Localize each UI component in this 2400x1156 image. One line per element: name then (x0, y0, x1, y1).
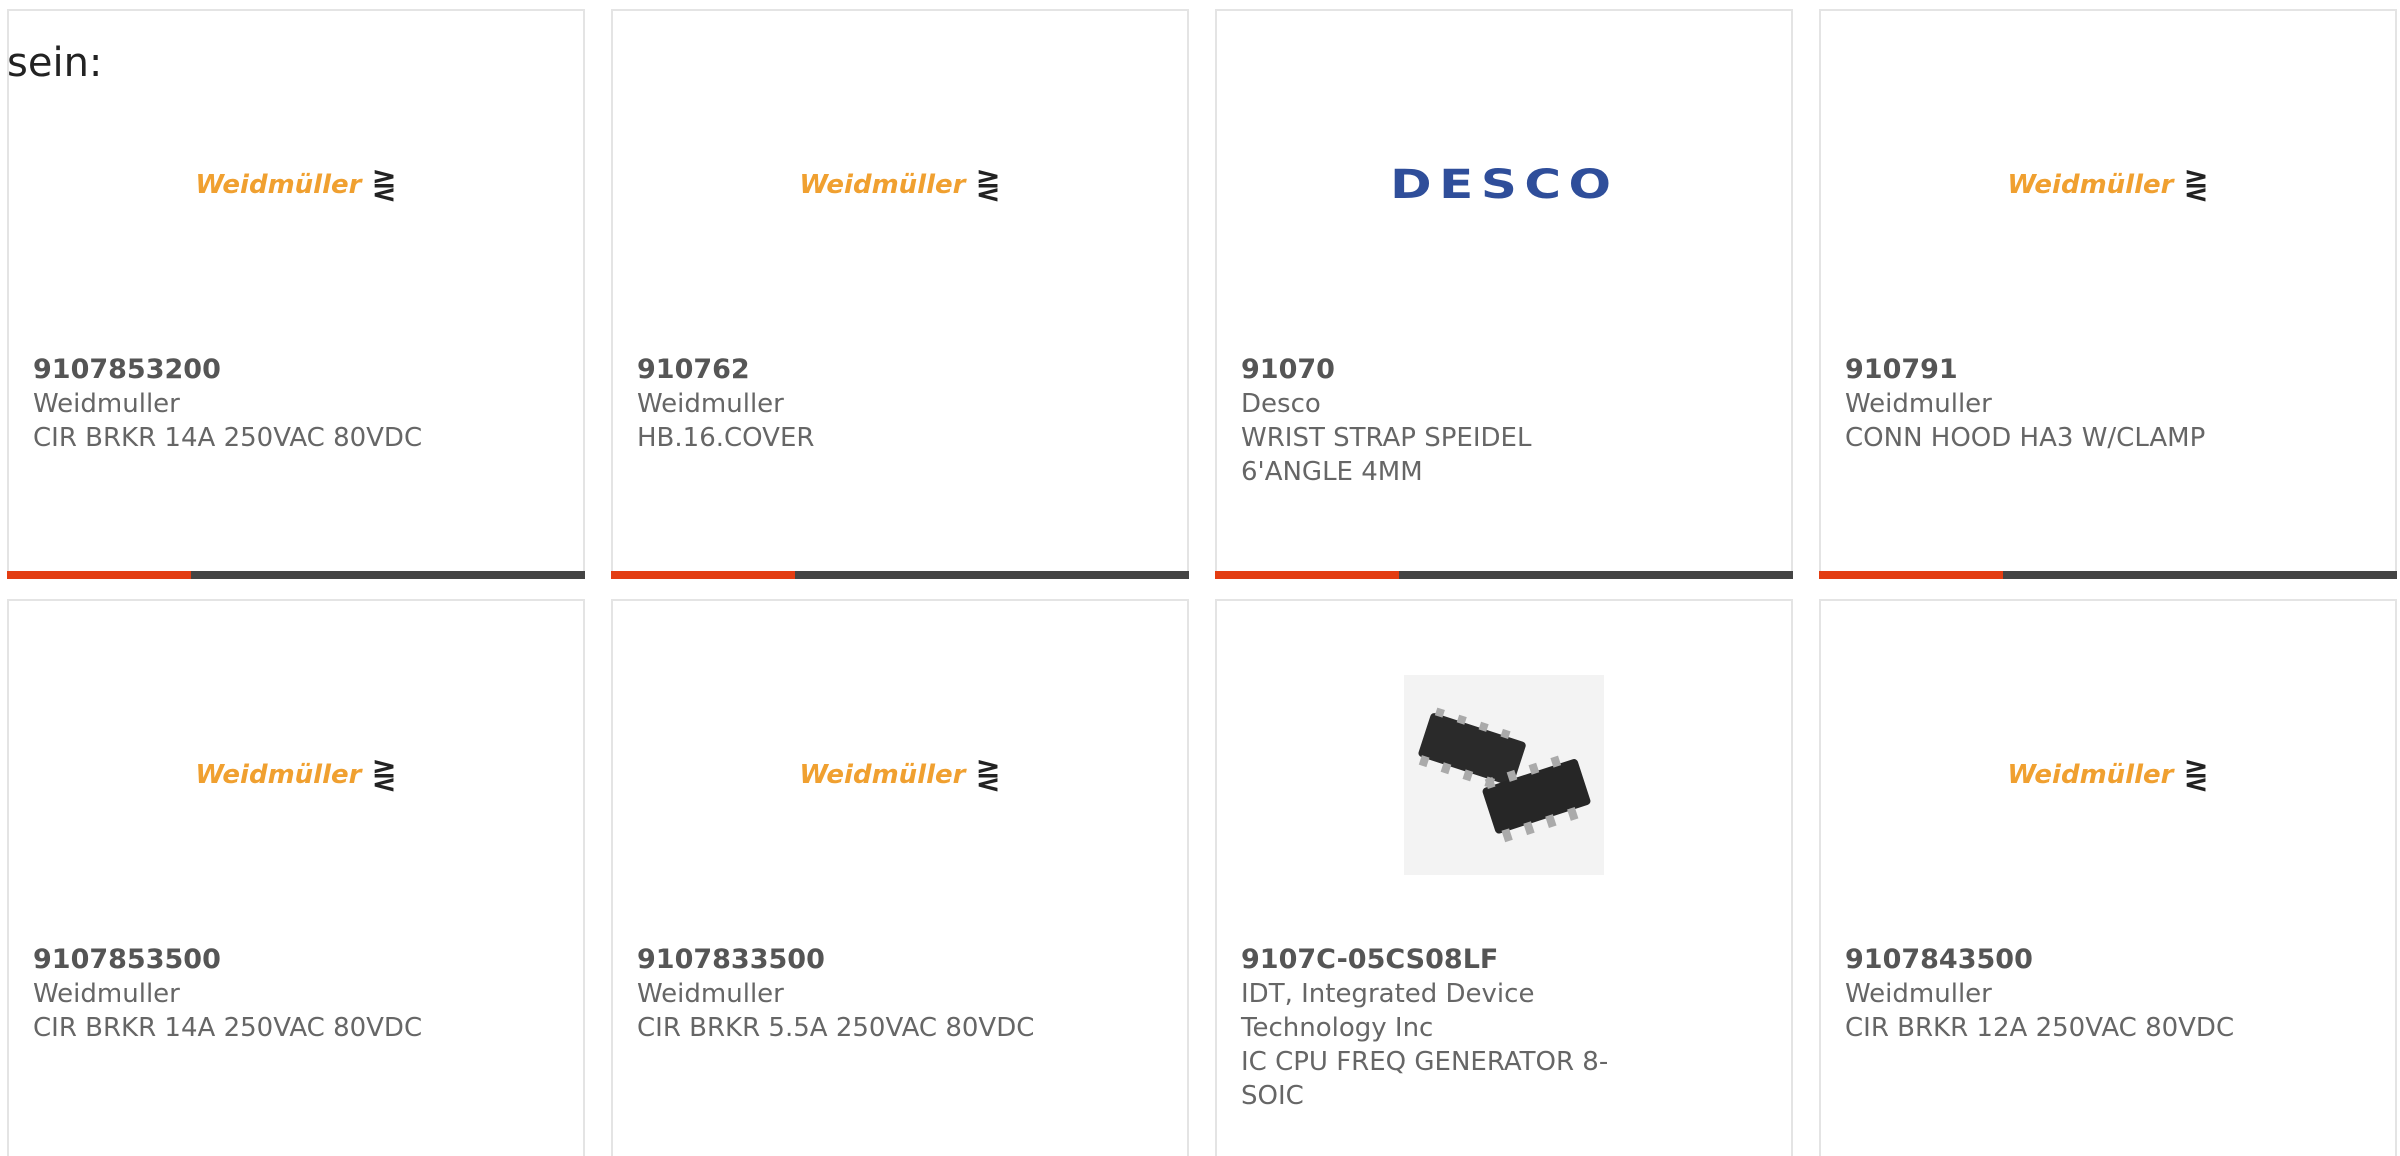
product-card[interactable]: Weidmüller ⋛ 910791 Weidmuller CONN HOOD… (1819, 9, 2397, 579)
description: CONN HOOD HA3 W/CLAMP (1845, 423, 2206, 453)
manufacturer: Weidmuller (1845, 389, 1992, 419)
soic-8-chip-image (1404, 675, 1604, 875)
part-number[interactable]: 9107843500 (1845, 943, 2371, 977)
description: WRIST STRAP SPEIDEL 6'ANGLE 4MM (1241, 423, 1532, 487)
weidmuller-mark-icon: ⋛ (2183, 757, 2209, 793)
intro-text: sein: (7, 40, 103, 86)
product-image: Weidmüller ⋛ (9, 601, 583, 949)
weidmuller-mark-icon: ⋛ (371, 757, 397, 793)
manufacturer: IDT, Integrated Device Technology Inc (1241, 979, 1535, 1043)
product-image (1217, 601, 1791, 949)
product-card[interactable]: Weidmüller ⋛ 9107853200 Weidmuller CIR B… (7, 9, 585, 579)
card-accent-bar (1819, 571, 2003, 579)
product-card[interactable]: Weidmüller ⋛ 910762 Weidmuller HB.16.COV… (611, 9, 1189, 579)
description: CIR BRKR 14A 250VAC 80VDC (33, 1013, 423, 1043)
weidmuller-logo: Weidmüller ⋛ (2007, 757, 2209, 793)
weidmuller-mark-icon: ⋛ (975, 757, 1001, 793)
part-number[interactable]: 91070 (1241, 353, 1767, 387)
part-number[interactable]: 910762 (637, 353, 1163, 387)
card-accent-bar (7, 571, 191, 579)
product-image: Weidmüller ⋛ (613, 11, 1187, 359)
weidmuller-logo: Weidmüller ⋛ (2007, 167, 2209, 203)
weidmuller-logo: Weidmüller ⋛ (799, 167, 1001, 203)
weidmuller-mark-icon: ⋛ (975, 167, 1001, 203)
part-number[interactable]: 9107C-05CS08LF (1241, 943, 1767, 977)
weidmuller-logo: Weidmüller ⋛ (195, 757, 397, 793)
manufacturer: Weidmuller (1845, 979, 1992, 1009)
desco-logo: DESCO (1389, 162, 1619, 208)
product-card[interactable]: Weidmüller ⋛ 9107853500 Weidmuller CIR B… (7, 599, 585, 1156)
weidmuller-logo: Weidmüller ⋛ (195, 167, 397, 203)
manufacturer: Weidmuller (637, 389, 784, 419)
card-bottom-bar (611, 571, 1189, 579)
manufacturer: Desco (1241, 389, 1321, 419)
weidmuller-mark-icon: ⋛ (2183, 167, 2209, 203)
description: IC CPU FREQ GENERATOR 8-SOIC (1241, 1047, 1609, 1111)
part-number[interactable]: 9107853200 (33, 353, 559, 387)
description: CIR BRKR 12A 250VAC 80VDC (1845, 1013, 2235, 1043)
manufacturer: Weidmuller (637, 979, 784, 1009)
manufacturer: Weidmuller (33, 389, 180, 419)
product-image: Weidmüller ⋛ (1821, 601, 2395, 949)
part-number[interactable]: 9107853500 (33, 943, 559, 977)
product-image: DESCO (1217, 11, 1791, 359)
weidmuller-logo: Weidmüller ⋛ (799, 757, 1001, 793)
description: HB.16.COVER (637, 423, 815, 453)
product-image: Weidmüller ⋛ (613, 601, 1187, 949)
description: CIR BRKR 14A 250VAC 80VDC (33, 423, 423, 453)
card-accent-bar (611, 571, 795, 579)
weidmuller-mark-icon: ⋛ (371, 167, 397, 203)
product-card[interactable]: Weidmüller ⋛ 9107843500 Weidmuller CIR B… (1819, 599, 2397, 1156)
description: CIR BRKR 5.5A 250VAC 80VDC (637, 1013, 1035, 1043)
card-bottom-bar (1215, 571, 1793, 579)
product-image: Weidmüller ⋛ (1821, 11, 2395, 359)
product-card[interactable]: 9107C-05CS08LF IDT, Integrated Device Te… (1215, 599, 1793, 1156)
product-card[interactable]: Weidmüller ⋛ 9107833500 Weidmuller CIR B… (611, 599, 1189, 1156)
product-grid-page: sein: Weidmüller ⋛ 9107853200 Weidmuller… (0, 0, 2400, 1156)
product-card[interactable]: DESCO 91070 Desco WRIST STRAP SPEIDEL 6'… (1215, 9, 1793, 579)
card-accent-bar (1215, 571, 1399, 579)
manufacturer: Weidmuller (33, 979, 180, 1009)
card-bottom-bar (1819, 571, 2397, 579)
card-bottom-bar (7, 571, 585, 579)
part-number[interactable]: 9107833500 (637, 943, 1163, 977)
part-number[interactable]: 910791 (1845, 353, 2371, 387)
